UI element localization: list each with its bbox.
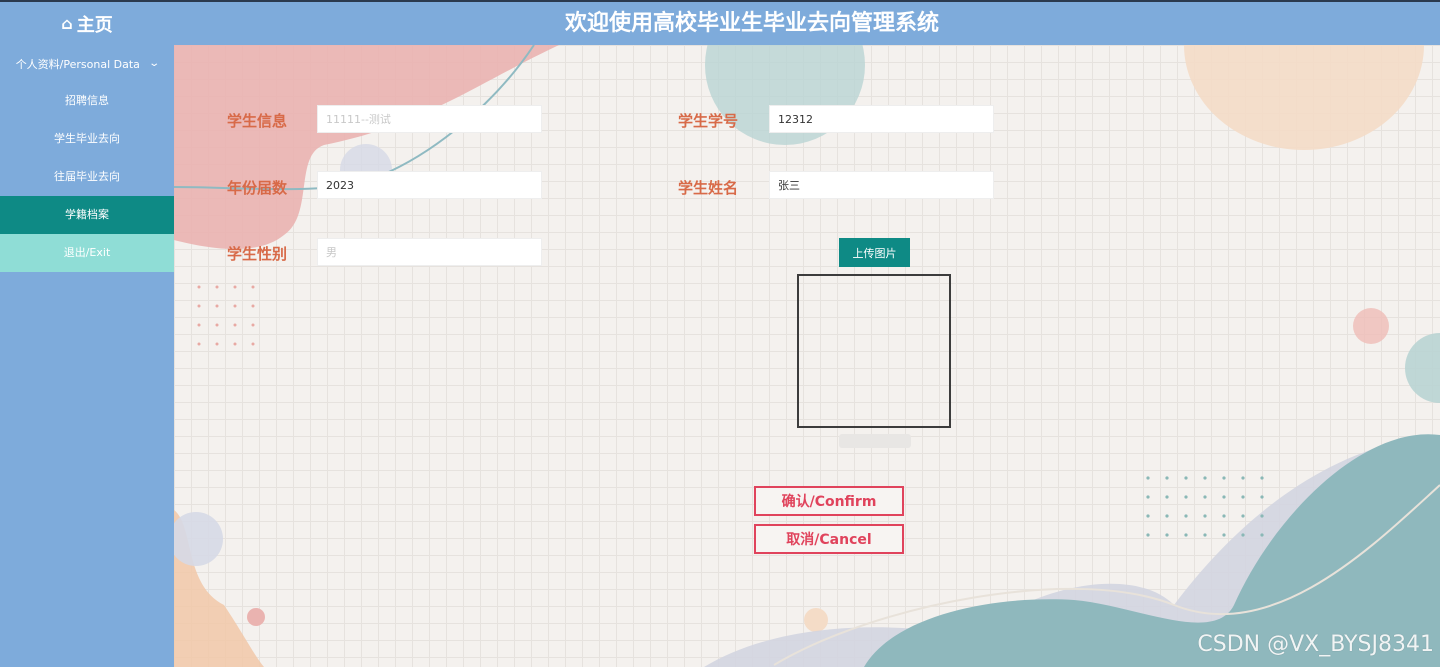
main-content: 学生信息 学生学号 年份届数 学生姓名 学生性别 上传图片 确认/Confirm… [174,45,1440,667]
sidebar-group-personal-data[interactable]: 个人资料/Personal Data ⌄ [0,45,174,82]
sidebar-item-past-destination[interactable]: 往届毕业去向 [0,158,174,196]
sidebar-group-label: 个人资料/Personal Data [15,57,140,71]
year-input[interactable] [317,171,542,199]
student-no-input[interactable] [769,105,994,133]
confirm-button[interactable]: 确认/Confirm [754,486,904,516]
student-no-label: 学生学号 [677,112,738,130]
year-label: 年份届数 [226,179,287,197]
student-name-input[interactable] [769,171,994,199]
sidebar-item-student-records[interactable]: 学籍档案 [0,196,174,234]
sidebar-item-exit[interactable]: 退出/Exit [0,234,174,272]
top-bar: ⌂ 主页 欢迎使用高校毕业生毕业去向管理系统 [0,0,1440,45]
home-label: 主页 [76,14,113,36]
gender-label: 学生性别 [226,245,287,263]
sidebar-item-recruitment[interactable]: 招聘信息 [0,82,174,120]
upload-image-button[interactable]: 上传图片 [839,238,910,267]
home-icon: ⌂ [61,14,73,33]
student-info-input[interactable] [317,105,542,133]
image-preview-shadow [839,434,911,448]
watermark: CSDN @VX_BYSJ8341 [1197,632,1434,657]
cancel-button[interactable]: 取消/Cancel [754,524,904,554]
student-name-label: 学生姓名 [677,179,738,197]
chevron-down-icon: ⌄ [148,58,160,69]
home-link[interactable]: ⌂ 主页 [0,2,174,45]
sidebar-item-graduate-destination[interactable]: 学生毕业去向 [0,120,174,158]
gender-input[interactable] [317,238,542,266]
student-info-label: 学生信息 [226,112,287,130]
image-preview [797,274,951,428]
app-title: 欢迎使用高校毕业生毕业去向管理系统 [564,11,939,36]
sidebar: 个人资料/Personal Data ⌄ 招聘信息 学生毕业去向 往届毕业去向 … [0,45,174,667]
